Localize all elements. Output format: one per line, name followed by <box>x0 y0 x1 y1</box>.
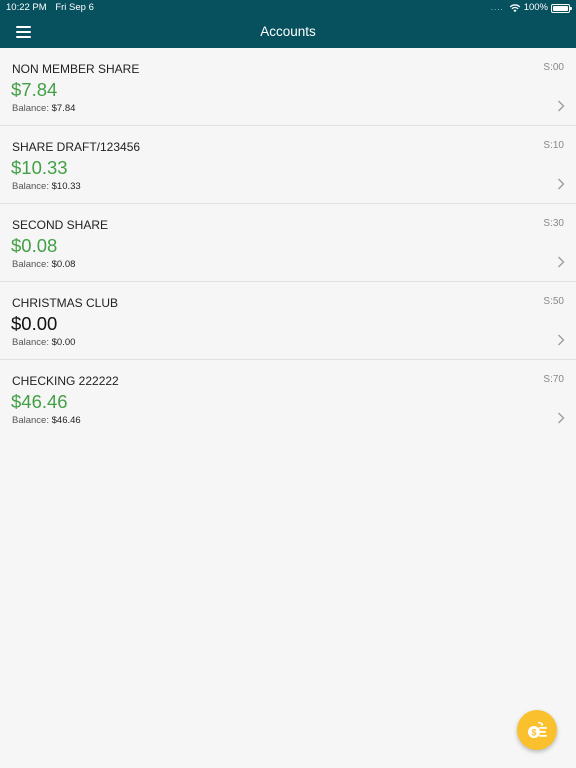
chevron-right-icon <box>558 412 565 424</box>
account-name: SECOND SHARE <box>12 218 109 232</box>
balance-value: $0.08 <box>51 259 76 270</box>
account-list: NON MEMBER SHARE S:00 $7.84 Balance: $7.… <box>0 48 576 438</box>
account-row-christmas-club[interactable]: CHRISTMAS CLUB S:50 $0.00 Balance: $0.00 <box>0 282 576 360</box>
chevron-right-icon <box>558 256 565 268</box>
battery-percent: 100% <box>523 2 548 13</box>
status-date: Fri Sep 6 <box>55 2 94 13</box>
battery-icon <box>551 3 572 13</box>
account-balance: Balance: $7.84 <box>12 103 75 114</box>
balance-label: Balance: <box>12 103 49 114</box>
balance-value: $10.33 <box>51 181 81 192</box>
balance-label: Balance: <box>12 181 49 192</box>
account-suffix: S:30 <box>543 218 564 229</box>
status-time-date: 10:22 PM Fri Sep 6 <box>6 0 100 16</box>
account-balance: Balance: $46.46 <box>12 415 81 426</box>
svg-text:$: $ <box>531 728 536 738</box>
signal-indicator: .... <box>490 3 504 12</box>
account-name: SHARE DRAFT/123456 <box>12 140 141 154</box>
chevron-right-icon <box>558 100 565 112</box>
account-suffix: S:70 <box>543 374 564 385</box>
account-balance: Balance: $0.08 <box>12 259 75 270</box>
account-available-amount: $0.00 <box>11 313 58 334</box>
wifi-icon <box>509 4 520 13</box>
status-time: 10:22 PM <box>6 2 47 13</box>
account-available-amount: $10.33 <box>11 157 68 178</box>
account-name: NON MEMBER SHARE <box>12 62 140 76</box>
transfer-fab-button[interactable]: $ <box>517 710 557 750</box>
account-balance: Balance: $0.00 <box>12 337 75 348</box>
account-available-amount: $7.84 <box>11 79 58 100</box>
account-suffix: S:50 <box>543 296 564 307</box>
balance-label: Balance: <box>12 415 49 426</box>
page-title: Accounts <box>260 24 316 39</box>
chevron-right-icon <box>558 334 565 346</box>
chevron-right-icon <box>558 178 565 190</box>
account-suffix: S:10 <box>543 140 564 151</box>
transfer-coin-icon: $ <box>528 721 547 738</box>
account-balance: Balance: $10.33 <box>12 181 81 192</box>
account-row-share-draft[interactable]: SHARE DRAFT/123456 S:10 $10.33 Balance: … <box>0 126 576 204</box>
balance-value: $0.00 <box>51 337 76 348</box>
status-indicators: .... 100% <box>490 0 572 16</box>
status-bar: 10:22 PM Fri Sep 6 .... 100% <box>0 0 576 16</box>
account-name: CHRISTMAS CLUB <box>12 296 119 310</box>
account-available-amount: $0.08 <box>11 235 58 256</box>
account-row-second-share[interactable]: SECOND SHARE S:30 $0.08 Balance: $0.08 <box>0 204 576 282</box>
balance-label: Balance: <box>12 259 49 270</box>
account-name: CHECKING 222222 <box>12 374 119 388</box>
account-row-checking[interactable]: CHECKING 222222 S:70 $46.46 Balance: $46… <box>0 360 576 438</box>
account-available-amount: $46.46 <box>11 391 68 412</box>
account-suffix: S:00 <box>543 62 564 73</box>
balance-value: $7.84 <box>51 103 76 114</box>
account-row-non-member-share[interactable]: NON MEMBER SHARE S:00 $7.84 Balance: $7.… <box>0 48 576 126</box>
balance-label: Balance: <box>12 337 49 348</box>
balance-value: $46.46 <box>51 415 81 426</box>
nav-bar: Accounts <box>0 16 576 48</box>
